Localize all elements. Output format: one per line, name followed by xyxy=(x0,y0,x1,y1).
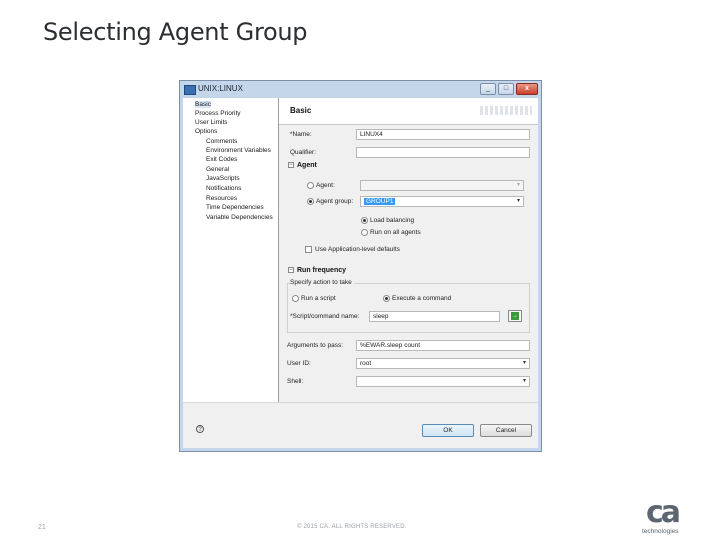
help-icon[interactable]: ? xyxy=(196,425,204,433)
dialog-footer: ? OK Cancel xyxy=(183,402,538,448)
agent-radio-label: Agent: xyxy=(316,182,335,189)
use-app-defaults-checkbox[interactable] xyxy=(305,246,312,253)
user-id-label: User ID: xyxy=(287,360,311,367)
agent-group-radio[interactable] xyxy=(307,198,314,205)
browse-button[interactable]: → xyxy=(508,310,522,322)
navigation-tree: Basic Process Priority User Limits Optio… xyxy=(183,98,279,402)
tree-item-notifications[interactable]: Notifications xyxy=(206,185,241,192)
slide-title: Selecting Agent Group xyxy=(43,18,308,46)
script-name-label: *Script/command name: xyxy=(290,313,360,320)
basic-form: *Name: LINUX4 Qualifier: − Agent Agent: ▾… xyxy=(279,125,538,402)
run-on-all-agents-label: Run on all agents xyxy=(370,229,421,236)
page-number: 21 xyxy=(38,524,46,531)
run-on-all-agents-radio[interactable] xyxy=(361,229,368,236)
page-header: Basic xyxy=(279,98,538,125)
ok-button[interactable]: OK xyxy=(422,424,474,437)
job-definition-window: UNIX:LINUX _ □ x Basic Process Priority … xyxy=(179,80,542,452)
name-input[interactable]: LINUX4 xyxy=(356,129,530,140)
window-titlebar[interactable]: UNIX:LINUX _ □ x xyxy=(180,81,541,99)
execute-command-radio[interactable] xyxy=(383,295,390,302)
tree-item-time-dependencies[interactable]: Time Dependencies xyxy=(206,204,264,211)
use-app-defaults-label: Use Application-level defaults xyxy=(315,246,400,253)
minimize-button[interactable]: _ xyxy=(480,83,496,95)
run-frequency-section-header[interactable]: − Run frequency xyxy=(288,267,346,274)
user-id-select[interactable]: root ▾ xyxy=(356,358,530,369)
load-balancing-radio[interactable] xyxy=(361,217,368,224)
tree-item-variable-dependencies[interactable]: Variable Dependencies xyxy=(206,214,273,221)
arrow-right-icon: → xyxy=(511,312,519,320)
header-decoration xyxy=(480,106,532,115)
tree-item-general[interactable]: General xyxy=(206,166,229,173)
collapse-icon[interactable]: − xyxy=(288,267,294,274)
tree-item-process-priority[interactable]: Process Priority xyxy=(195,110,241,117)
specify-action-label: Specify action to take xyxy=(290,279,354,286)
name-label: *Name: xyxy=(290,131,312,138)
tree-item-exit-codes[interactable]: Exit Codes xyxy=(206,156,237,163)
agent-radio[interactable] xyxy=(307,182,314,189)
logo-tagline: technologies xyxy=(642,528,679,535)
close-icon: x xyxy=(525,85,529,92)
run-script-label: Run a script xyxy=(301,295,336,302)
ca-technologies-logo: ca technologies xyxy=(640,498,690,538)
maximize-icon: □ xyxy=(503,85,509,92)
action-group-box xyxy=(287,283,530,333)
shell-label: Shell: xyxy=(287,378,304,385)
dropdown-arrow-icon: ▾ xyxy=(522,378,526,384)
shell-select[interactable]: ▾ xyxy=(356,376,530,387)
minimize-icon: _ xyxy=(486,85,490,92)
agent-group-radio-label: Agent group: xyxy=(316,198,354,205)
logo-mark: ca xyxy=(646,495,681,530)
collapse-icon[interactable]: − xyxy=(288,162,294,169)
tree-item-comments[interactable]: Comments xyxy=(206,138,237,145)
window-client: Basic Process Priority User Limits Optio… xyxy=(183,98,538,448)
agent-group-select[interactable]: GROUP1 ▾ xyxy=(360,196,524,207)
agent-group-value: GROUP1 xyxy=(364,198,396,205)
tree-item-resources[interactable]: Resources xyxy=(206,195,237,202)
page-title: Basic xyxy=(290,106,312,115)
agent-section-title: Agent xyxy=(297,162,317,169)
agent-select[interactable]: ▾ xyxy=(360,180,524,191)
tree-item-basic[interactable]: Basic xyxy=(195,101,211,108)
cancel-button[interactable]: Cancel xyxy=(480,424,532,437)
user-id-value: root xyxy=(360,360,372,367)
window-title: UNIX:LINUX xyxy=(198,84,243,93)
tree-item-environment-variables[interactable]: Environment Variables xyxy=(206,147,271,154)
app-icon xyxy=(184,85,196,95)
execute-command-label: Execute a command xyxy=(392,295,452,302)
arguments-input[interactable]: %EWAR.sleep count xyxy=(356,340,530,351)
dropdown-arrow-icon: ▾ xyxy=(516,198,520,204)
dropdown-arrow-icon: ▾ xyxy=(522,360,526,366)
maximize-button[interactable]: □ xyxy=(498,83,514,95)
tree-item-options[interactable]: Options xyxy=(195,128,217,135)
script-name-input[interactable]: sleep xyxy=(369,311,500,322)
qualifier-label: Qualifier: xyxy=(290,149,317,156)
run-frequency-title: Run frequency xyxy=(297,267,347,274)
load-balancing-label: Load balancing xyxy=(370,217,415,224)
agent-section-header[interactable]: − Agent xyxy=(288,162,317,169)
qualifier-input[interactable] xyxy=(356,147,530,158)
arguments-label: Arguments to pass: xyxy=(287,342,343,349)
copyright-notice: © 2015 CA. ALL RIGHTS RESERVED. xyxy=(297,524,407,530)
tree-item-user-limits[interactable]: User Limits xyxy=(195,119,228,126)
run-script-radio[interactable] xyxy=(292,295,299,302)
close-button[interactable]: x xyxy=(516,83,538,95)
tree-item-javascripts[interactable]: JavaScripts xyxy=(206,175,240,182)
dropdown-arrow-icon: ▾ xyxy=(516,182,520,188)
